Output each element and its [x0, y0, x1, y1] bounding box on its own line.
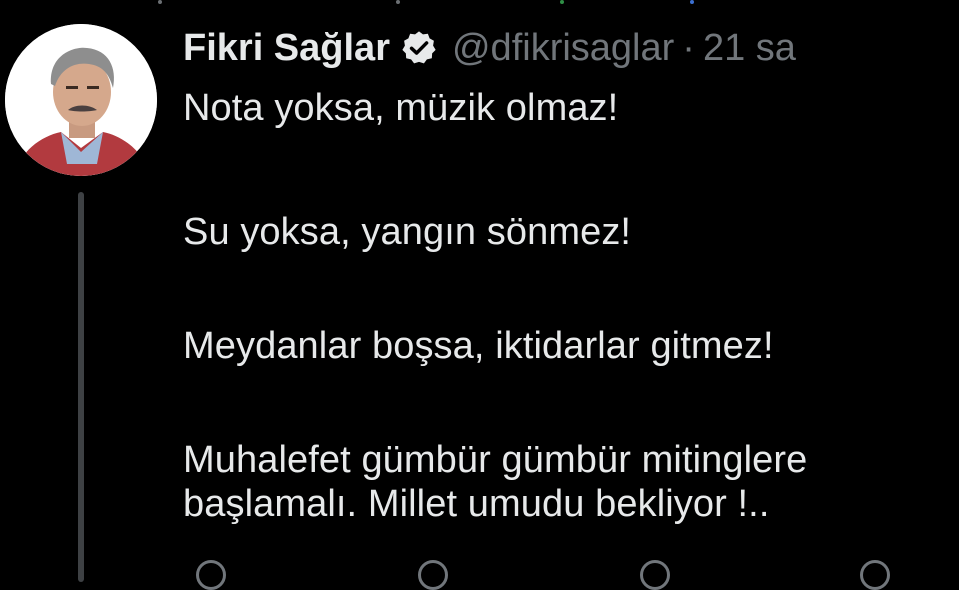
avatar-photo: [5, 24, 157, 176]
timestamp[interactable]: 21 sa: [703, 22, 796, 74]
tweet-line: Muhalefet gümbür gümbür mitinglere: [183, 439, 808, 481]
tweet[interactable]: Fikri Sağlar @dfikrisaglar · 21 sa Nota …: [0, 0, 959, 590]
like-icon[interactable]: [640, 560, 670, 590]
tweet-header: Fikri Sağlar @dfikrisaglar · 21 sa: [183, 22, 796, 74]
thread-line: [78, 192, 84, 582]
user-handle[interactable]: @dfikrisaglar: [452, 22, 674, 74]
separator-dot: ·: [682, 27, 695, 69]
display-name[interactable]: Fikri Sağlar: [183, 22, 390, 74]
icon-fragment: [396, 0, 400, 4]
tweet-line: başlamalı. Millet umudu bekliyor !..: [183, 483, 770, 525]
tweet-paragraph: Nota yoksa, müzik olmaz!: [183, 87, 619, 129]
retweet-icon[interactable]: [418, 560, 448, 590]
icon-fragment: [560, 0, 564, 4]
verified-badge-icon: [400, 29, 438, 67]
action-bar-edge: [0, 560, 959, 590]
tweet-paragraph: Muhalefet gümbür gümbür mitinglere başla…: [183, 438, 807, 526]
icon-fragment: [158, 0, 162, 4]
icon-fragment: [690, 0, 694, 4]
reply-icon[interactable]: [196, 560, 226, 590]
avatar[interactable]: [5, 24, 157, 176]
tweet-paragraph: Meydanlar boşsa, iktidarlar gitmez!: [183, 325, 774, 367]
share-icon[interactable]: [860, 560, 890, 590]
top-edge-strip: [0, 0, 959, 6]
tweet-paragraph: Su yoksa, yangın sönmez!: [183, 211, 632, 253]
